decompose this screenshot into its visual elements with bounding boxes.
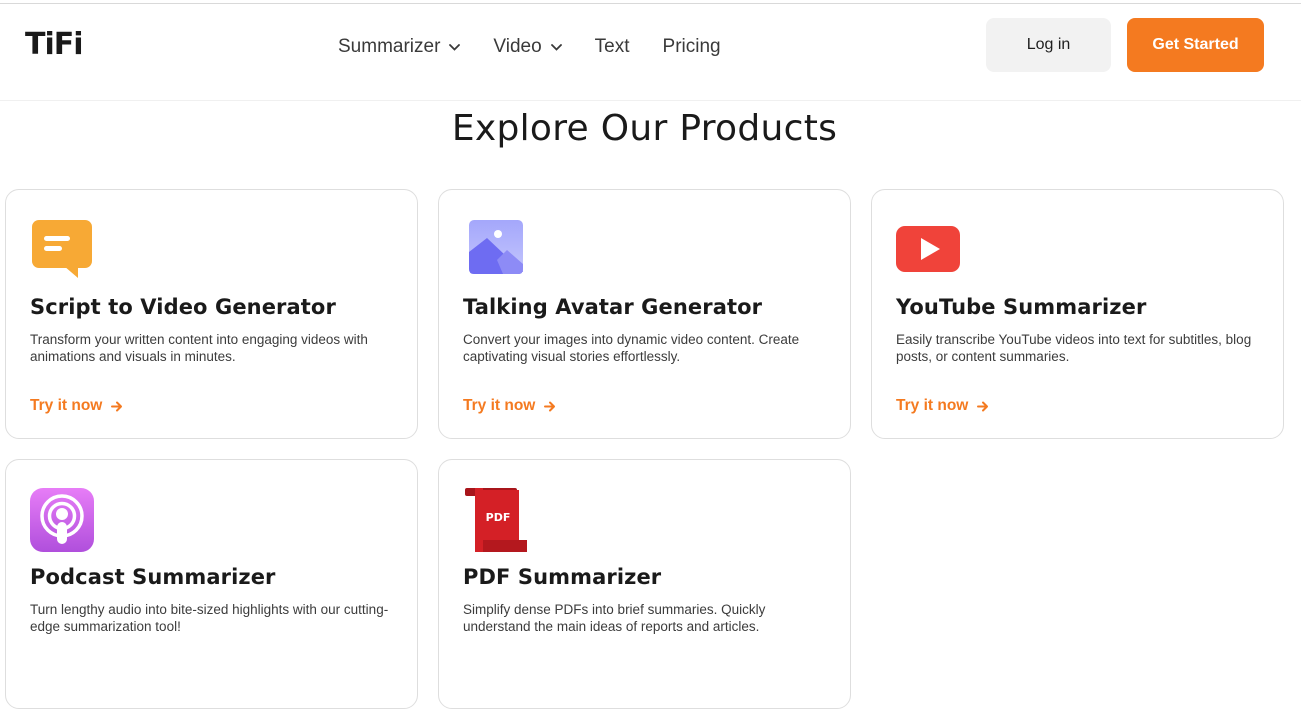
main-nav: Summarizer Video Text Pricing bbox=[338, 32, 754, 62]
nav-item-summarizer[interactable]: Summarizer bbox=[338, 35, 461, 59]
nav-item-video[interactable]: Video bbox=[493, 35, 562, 59]
card-title: YouTube Summarizer bbox=[896, 295, 1147, 319]
site-header: TiFi Summarizer Video Text Pricing Log i… bbox=[0, 4, 1301, 101]
product-card-pdf-summarizer[interactable]: PDF PDF Summarizer Simplify dense PDFs i… bbox=[438, 459, 851, 709]
try-it-now-link[interactable]: Try it now bbox=[30, 397, 123, 415]
product-card-talking-avatar[interactable]: Talking Avatar Generator Convert your im… bbox=[438, 189, 851, 439]
nav-label: Text bbox=[594, 36, 630, 57]
page-title: Explore Our Products bbox=[451, 108, 838, 149]
card-description: Turn lengthy audio into bite-sized highl… bbox=[30, 602, 389, 634]
pdf-icon-label: PDF bbox=[486, 511, 511, 524]
try-it-now-link[interactable]: Try it now bbox=[896, 397, 989, 415]
try-label: Try it now bbox=[30, 397, 103, 414]
product-card-podcast-summarizer[interactable]: Podcast Summarizer Turn lengthy audio in… bbox=[5, 459, 418, 709]
card-description: Convert your images into dynamic video c… bbox=[463, 332, 800, 364]
nav-item-pricing[interactable]: Pricing bbox=[663, 35, 721, 59]
logo[interactable]: TiFi bbox=[25, 27, 84, 62]
image-icon bbox=[469, 220, 523, 274]
try-label: Try it now bbox=[896, 397, 969, 414]
nav-label: Pricing bbox=[662, 36, 721, 57]
chat-bubble-icon bbox=[32, 220, 92, 278]
product-card-script-to-video[interactable]: Script to Video Generator Transform your… bbox=[5, 189, 418, 439]
youtube-icon bbox=[896, 226, 960, 272]
nav-label: Summarizer bbox=[338, 36, 441, 57]
card-description: Simplify dense PDFs into brief summaries… bbox=[463, 602, 766, 634]
product-card-youtube-summarizer[interactable]: YouTube Summarizer Easily transcribe You… bbox=[871, 189, 1284, 439]
podcast-icon bbox=[30, 488, 94, 552]
card-title: PDF Summarizer bbox=[463, 565, 662, 589]
chevron-down-icon bbox=[550, 43, 562, 51]
chevron-down-icon bbox=[449, 43, 461, 51]
card-description: Easily transcribe YouTube videos into te… bbox=[896, 332, 1252, 364]
card-title: Script to Video Generator bbox=[30, 295, 336, 319]
card-title: Talking Avatar Generator bbox=[463, 295, 763, 319]
arrow-right-icon bbox=[544, 401, 556, 411]
arrow-right-icon bbox=[111, 401, 123, 411]
login-button[interactable]: Log in bbox=[986, 18, 1111, 72]
try-label: Try it now bbox=[463, 397, 536, 414]
arrow-right-icon bbox=[977, 401, 989, 411]
try-it-now-link[interactable]: Try it now bbox=[463, 397, 556, 415]
nav-item-text[interactable]: Text bbox=[595, 35, 630, 59]
logo-text: TiFi bbox=[25, 27, 84, 62]
card-title: Podcast Summarizer bbox=[30, 565, 276, 589]
pdf-icon: PDF bbox=[465, 488, 527, 552]
nav-label: Video bbox=[493, 36, 542, 57]
get-started-button[interactable]: Get Started bbox=[1127, 18, 1264, 72]
card-description: Transform your written content into enga… bbox=[30, 332, 368, 364]
